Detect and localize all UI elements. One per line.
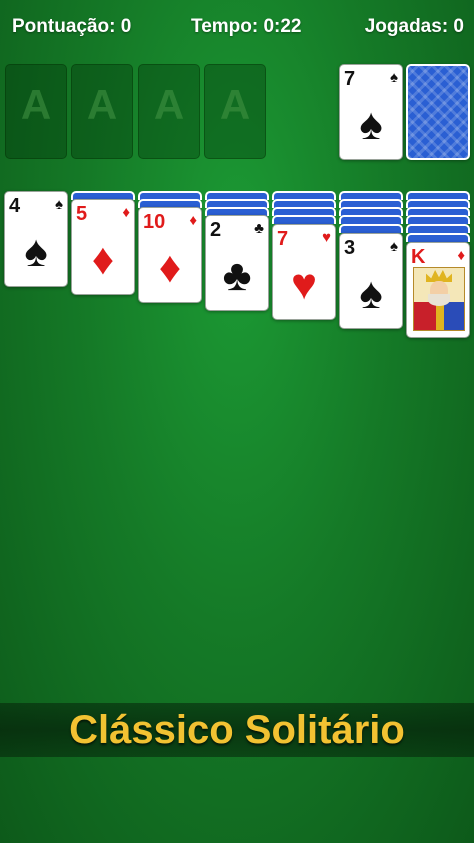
face-down-card [406, 224, 470, 233]
diamond-icon: ♦ [122, 204, 130, 221]
foundation-pile-2[interactable]: A [71, 64, 133, 159]
face-down-card [406, 233, 470, 242]
status-bar: Pontuação: 0 Tempo: 0:22 Jogadas: 0 [0, 16, 474, 44]
diamond-icon: ♦ [457, 247, 465, 264]
heart-icon: ♥ [322, 229, 331, 246]
game-title: Clássico Solitário [69, 707, 405, 752]
card-rank: 7 [277, 228, 289, 250]
foundation-ace-placeholder: A [86, 80, 118, 128]
face-down-card [406, 215, 470, 224]
foundation-ace-placeholder: A [153, 80, 185, 128]
card-rank: K [411, 246, 426, 268]
foundation-pile-1[interactable]: A [5, 64, 67, 159]
diamond-icon: ♦ [189, 212, 197, 229]
spade-icon: ♠ [359, 269, 383, 318]
foundation-pile-4[interactable]: A [204, 64, 266, 159]
spade-icon: ♠ [390, 238, 398, 255]
tableau-card-col3[interactable]: 10 ♦ ♦ [138, 207, 202, 303]
card-rank: 5 [76, 203, 88, 225]
stock-pile[interactable] [406, 64, 470, 160]
spade-icon: ♠ [24, 227, 48, 276]
waste-card[interactable]: 7 ♠ ♠ [339, 64, 403, 160]
spade-icon: ♠ [55, 196, 63, 213]
heart-icon: ♥ [290, 260, 318, 309]
face-down-card [272, 215, 336, 224]
moves-label: Jogadas: 0 [364, 16, 464, 37]
tableau-card-col5[interactable]: 7 ♥ ♥ [272, 224, 336, 320]
tableau-card-col4[interactable]: 2 ♣ ♣ [205, 215, 269, 311]
tableau-card-col6[interactable]: 3 ♠ ♠ [339, 233, 403, 329]
club-icon: ♣ [222, 251, 252, 300]
face-down-card [339, 215, 403, 224]
king-portrait-icon [413, 267, 465, 331]
score-label: Pontuação: 0 [12, 16, 132, 37]
diamond-icon: ♦ [91, 235, 115, 284]
tableau-card-col1[interactable]: 4 ♠ ♠ [4, 191, 68, 287]
timer-label: Tempo: 0:22 [191, 16, 302, 37]
card-rank: 4 [9, 195, 21, 217]
card-rank: 7 [344, 68, 356, 90]
face-down-card [339, 224, 403, 233]
foundation-pile-3[interactable]: A [138, 64, 200, 159]
diamond-icon: ♦ [158, 243, 182, 292]
foundation-ace-placeholder: A [20, 80, 52, 128]
spade-icon: ♠ [359, 100, 383, 149]
card-rank: 3 [344, 237, 356, 259]
spade-icon: ♠ [390, 69, 398, 86]
tableau-card-col7[interactable]: K ♦ [406, 242, 470, 338]
title-banner: Clássico Solitário [0, 703, 474, 757]
card-rank: 10 [143, 211, 166, 233]
tableau-card-col2[interactable]: 5 ♦ ♦ [71, 199, 135, 295]
foundation-ace-placeholder: A [219, 80, 251, 128]
club-icon: ♣ [254, 220, 264, 237]
card-rank: 2 [210, 219, 222, 241]
